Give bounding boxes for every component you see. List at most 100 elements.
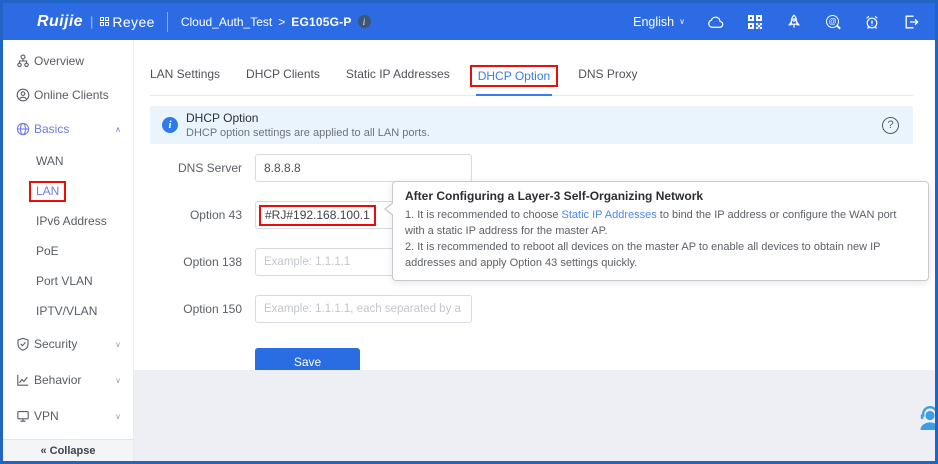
device-info-icon[interactable]: i — [358, 15, 371, 28]
sidebar-collapse-button[interactable]: « Collapse — [3, 439, 133, 461]
option43-tooltip: After Configuring a Layer-3 Self-Organiz… — [392, 181, 929, 281]
collapse-label: Collapse — [50, 445, 96, 457]
sidebar-item-overview[interactable]: Overview — [3, 44, 133, 78]
option-138-placeholder: Example: 1.1.1.1 — [264, 256, 350, 268]
tab-label: DHCP Clients — [246, 67, 320, 81]
basics-globe-icon — [16, 122, 30, 136]
sidebar-item-label: WAN — [36, 154, 64, 168]
online-clients-icon — [16, 88, 30, 102]
breadcrumb-project[interactable]: Cloud_Auth_Test — [181, 15, 272, 29]
sidebar-item-lan[interactable]: LAN — [3, 176, 133, 206]
sidebar-item-security[interactable]: Security ∨ — [3, 326, 133, 362]
cloud-icon[interactable] — [707, 13, 724, 30]
sidebar-item-vpn[interactable]: VPN ∨ — [3, 398, 133, 434]
option-150-label: Option 150 — [150, 302, 242, 316]
dns-server-input[interactable]: 8.8.8.8 — [255, 154, 472, 182]
tooltip-line-1: 1. It is recommended to choose Static IP… — [405, 207, 916, 239]
at-glyph: @ — [826, 15, 839, 28]
chevron-down-icon: ∨ — [115, 376, 121, 385]
brand-reyee: Reyee — [100, 14, 154, 30]
option-43-label: Option 43 — [150, 208, 242, 222]
brand-reyee-label: Reyee — [112, 14, 154, 30]
breadcrumb: Cloud_Auth_Test > EG105G-P i — [181, 15, 371, 29]
sidebar-item-port-vlan[interactable]: Port VLAN — [3, 266, 133, 296]
tab-bar: LAN Settings DHCP Clients Static IP Addr… — [150, 65, 913, 96]
sidebar-item-label: Overview — [34, 54, 84, 68]
static-ip-addresses-link[interactable]: Static IP Addresses — [562, 209, 657, 221]
language-selector[interactable]: English ∨ — [633, 15, 685, 29]
sidebar-item-label: VPN — [34, 409, 59, 423]
tab-lan-settings[interactable]: LAN Settings — [150, 65, 220, 91]
tab-label: Static IP Addresses — [346, 67, 450, 81]
chevron-up-icon: ∧ — [115, 125, 121, 134]
chevron-down-icon: ∨ — [679, 17, 685, 26]
search-at-icon[interactable]: @ — [824, 13, 841, 30]
tab-label: LAN Settings — [150, 67, 220, 81]
breadcrumb-separator: > — [278, 15, 285, 29]
sidebar-item-label: IPv6 Address — [36, 214, 107, 228]
customer-support-headset-icon[interactable] — [916, 402, 938, 437]
banner-title: DHCP Option — [186, 111, 430, 125]
alarm-icon[interactable] — [863, 13, 880, 30]
annotation-red-box: DHCP Option — [470, 65, 558, 87]
sidebar-item-label: Security — [34, 337, 77, 351]
tab-dhcp-clients[interactable]: DHCP Clients — [246, 65, 320, 91]
info-icon: i — [162, 117, 178, 133]
option-150-placeholder: Example: 1.1.1.1, each separated by a sp… — [264, 303, 463, 315]
top-header-bar: Ruijie | Reyee Cloud_Auth_Test > EG105G-… — [3, 3, 935, 40]
info-banner: i DHCP Option DHCP option settings are a… — [150, 106, 913, 144]
sidebar-item-behavior[interactable]: Behavior ∨ — [3, 362, 133, 398]
app-window: Ruijie | Reyee Cloud_Auth_Test > EG105G-… — [0, 0, 938, 464]
tab-static-ip-addresses[interactable]: Static IP Addresses — [346, 65, 450, 91]
sidebar-item-wan[interactable]: WAN — [3, 146, 133, 176]
tab-dns-proxy[interactable]: DNS Proxy — [578, 65, 637, 91]
sidebar-item-label: Online Clients — [34, 88, 109, 102]
header-divider — [167, 12, 168, 32]
sidebar: Overview Online Clients — [3, 40, 134, 461]
banner-description: DHCP option settings are applied to all … — [186, 127, 430, 139]
dns-server-label: DNS Server — [150, 161, 242, 175]
main-content: LAN Settings DHCP Clients Static IP Addr… — [134, 40, 935, 461]
qr-code-icon[interactable] — [746, 13, 763, 30]
language-label: English — [633, 15, 674, 29]
banner-texts: DHCP Option DHCP option settings are app… — [186, 111, 430, 139]
tooltip-title: After Configuring a Layer-3 Self-Organiz… — [405, 189, 916, 203]
sidebar-item-ipv6-address[interactable]: IPv6 Address — [3, 206, 133, 236]
breadcrumb-device[interactable]: EG105G-P — [291, 15, 351, 29]
sidebar-item-label: Basics — [34, 122, 69, 136]
chevron-down-icon: ∨ — [115, 412, 121, 421]
reyee-grid-icon — [100, 17, 109, 26]
sidebar-nav: Overview Online Clients — [3, 40, 133, 439]
header-actions: English ∨ @ — [633, 13, 919, 30]
logout-icon[interactable] — [902, 13, 919, 30]
form-row-dns-server: DNS Server 8.8.8.8 — [150, 154, 913, 182]
sidebar-item-iptv-vlan[interactable]: IPTV/VLAN — [3, 296, 133, 326]
sidebar-item-basics[interactable]: Basics ∧ — [3, 112, 133, 146]
help-icon[interactable]: ? — [882, 117, 899, 134]
rocket-icon[interactable] — [785, 13, 802, 30]
sidebar-item-label: PoE — [36, 244, 59, 258]
form-row-option-150: Option 150 Example: 1.1.1.1, each separa… — [150, 295, 913, 323]
sidebar-item-label: IPTV/VLAN — [36, 304, 97, 318]
vpn-monitor-icon — [16, 409, 30, 423]
behavior-chart-icon — [16, 373, 30, 387]
sidebar-item-label: Behavior — [34, 373, 81, 387]
sidebar-item-online-clients[interactable]: Online Clients — [3, 78, 133, 112]
tab-label: DNS Proxy — [578, 67, 637, 81]
tab-dhcp-option[interactable]: DHCP Option — [476, 65, 552, 95]
sidebar-item-label: Port VLAN — [36, 274, 93, 288]
brand-ruijie: Ruijie — [37, 13, 83, 31]
collapse-arrows-icon: « — [41, 445, 47, 457]
app-body: Overview Online Clients — [3, 40, 935, 461]
brand-logo: Ruijie | Reyee — [37, 13, 155, 31]
tooltip-arrow — [384, 202, 393, 216]
tooltip-line-2: 2. It is recommended to reboot all devic… — [405, 239, 916, 271]
page-footer-area — [134, 370, 935, 461]
shield-icon — [16, 337, 30, 351]
option-138-label: Option 138 — [150, 255, 242, 269]
brand-divider: | — [90, 14, 93, 29]
option-150-input[interactable]: Example: 1.1.1.1, each separated by a sp… — [255, 295, 472, 323]
annotation-red-box: LAN — [29, 181, 66, 202]
sidebar-item-poe[interactable]: PoE — [3, 236, 133, 266]
chevron-down-icon: ∨ — [115, 340, 121, 349]
